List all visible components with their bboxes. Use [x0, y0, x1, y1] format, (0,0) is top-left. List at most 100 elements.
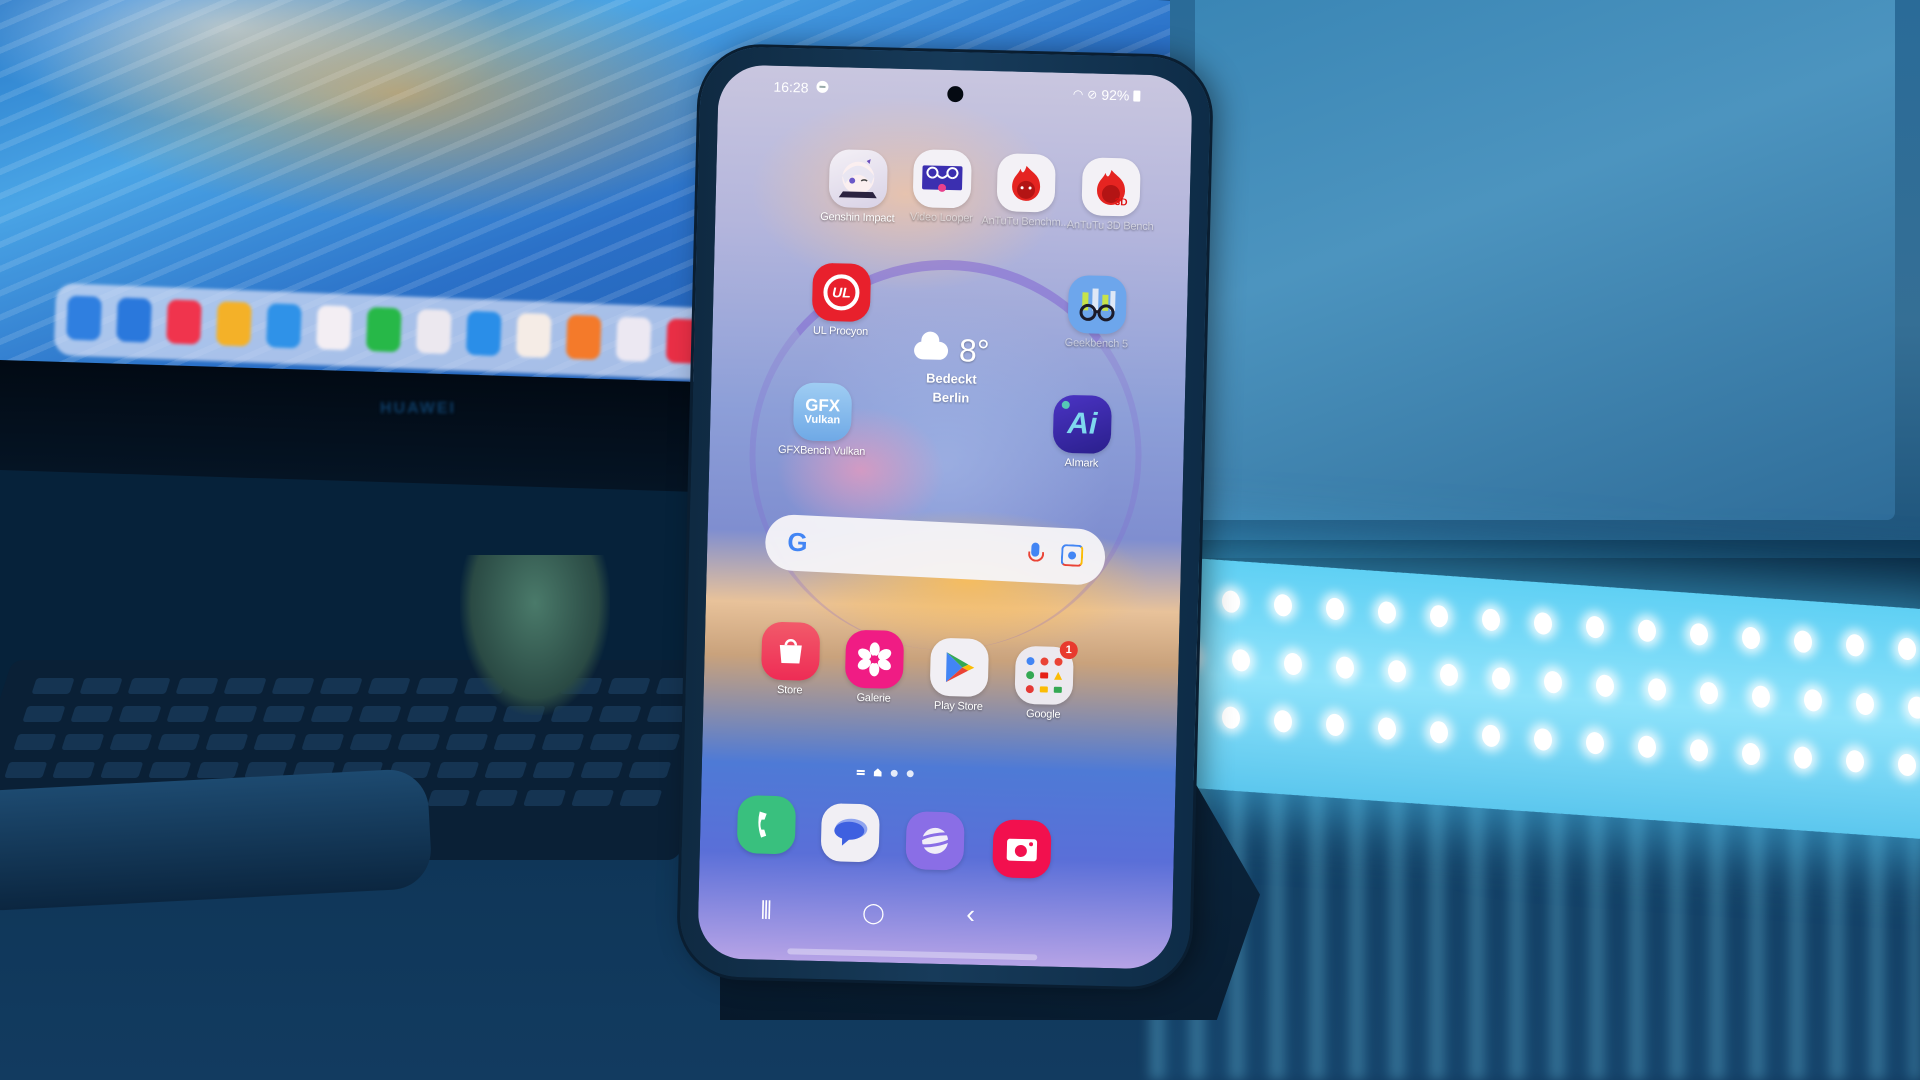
keyboard-key [397, 734, 441, 750]
gesture-handle [787, 948, 1038, 961]
keyboard-key [580, 762, 624, 778]
app-ul-procyon[interactable]: UL UL Procyon [794, 262, 888, 338]
app-antutu-3d[interactable]: 3D AnTuTu 3D Bench [1064, 157, 1158, 233]
dock-camera[interactable] [975, 819, 1068, 879]
app-video-looper[interactable]: Video Looper [895, 149, 989, 225]
app-label: UL Procyon [812, 324, 869, 339]
dock-app-messages-icon [366, 306, 402, 353]
led-dot [1222, 706, 1240, 730]
app-folder-google[interactable]: 1 Google [997, 640, 1091, 721]
keyboard-key [589, 734, 633, 750]
left-monitor-bezel [0, 360, 760, 494]
keyboard-key [100, 762, 144, 778]
keyboard-key [619, 790, 663, 806]
gallery-icon [844, 629, 905, 690]
led-dot [1908, 696, 1920, 720]
weather-condition: Bedeckt [925, 370, 977, 387]
google-lens-icon[interactable] [1060, 543, 1084, 567]
app-gfxbench-vulkan[interactable]: GFX Vulkan GFXBench Vulkan [775, 382, 869, 458]
keyboard-key [148, 762, 192, 778]
microphone-icon[interactable] [1030, 542, 1040, 557]
dock-app-music-icon [615, 316, 652, 362]
app-label: AnTuTu 3D Bench [1066, 218, 1154, 234]
smartphone: 16:28 ◠ ⊘ 92% Genshin Impact Video Loope… [678, 45, 1212, 989]
app-galaxy-store[interactable]: Store [744, 621, 838, 697]
front-camera-hole [947, 85, 964, 103]
app-label: Galerie [856, 691, 891, 705]
keyboard-key [166, 706, 210, 722]
svg-text:3D: 3D [1115, 197, 1128, 207]
dock-app-video-icon [565, 314, 602, 360]
led-dot [1742, 742, 1760, 766]
keyboard-key [427, 790, 471, 806]
keyboard-key [22, 706, 66, 722]
home-button[interactable]: ◯ [862, 900, 885, 926]
keyboard-key [367, 678, 411, 694]
led-dot [1648, 677, 1666, 702]
led-dot [1690, 738, 1708, 763]
led-dot [1440, 663, 1458, 687]
dock-app-files-icon [116, 297, 152, 343]
keyboard-key [349, 734, 393, 750]
notification-badge: 1 [1059, 640, 1079, 660]
ai-glyph: Ai [1066, 406, 1098, 441]
dock-samsung-internet[interactable] [888, 811, 981, 871]
dock-messages[interactable] [804, 803, 897, 863]
keyboard-key [157, 734, 201, 750]
navigation-bar: ||| ◯ ‹ [698, 896, 1173, 938]
led-dot [1232, 648, 1250, 672]
page-indicator-home-icon [874, 768, 882, 776]
keyboard-key [13, 734, 57, 750]
right-monitor-screen [1195, 0, 1895, 520]
back-button[interactable]: ‹ [966, 899, 975, 930]
camera-icon [992, 819, 1052, 879]
led-dot [1430, 604, 1448, 628]
dock-app-mail-icon [216, 301, 252, 347]
keyboard-key [358, 706, 402, 722]
led-dot [1804, 688, 1822, 712]
app-geekbench[interactable]: Geekbench 5 [1050, 274, 1144, 351]
aimark-icon: Ai [1052, 394, 1113, 455]
led-dot [1326, 713, 1344, 737]
page-indicator-menu-icon [856, 769, 865, 775]
video-looper-icon [912, 149, 972, 209]
recents-button[interactable]: ||| [760, 898, 770, 921]
app-genshin-impact[interactable]: Genshin Impact [811, 149, 905, 225]
led-dot [1638, 619, 1656, 643]
led-dot [1284, 652, 1302, 676]
led-dot [1378, 600, 1396, 625]
status-right-group: ◠ ⊘ 92% [1073, 86, 1141, 104]
led-dot [1846, 633, 1864, 657]
wrist-rest [0, 767, 433, 913]
led-dot [1534, 727, 1552, 752]
keyboard-key [196, 762, 240, 778]
keyboard-key [61, 734, 105, 750]
led-dot [1336, 656, 1354, 680]
led-dot [1690, 622, 1708, 647]
led-dot [1586, 615, 1604, 639]
app-label: Video Looper [909, 211, 973, 225]
geekbench-icon [1067, 274, 1127, 335]
cloud-icon [914, 340, 949, 360]
app-aimark[interactable]: Ai AImark [1035, 394, 1129, 470]
led-dot [1596, 674, 1614, 698]
app-gallery[interactable]: Galerie [827, 629, 921, 705]
phone-home-screen: 16:28 ◠ ⊘ 92% Genshin Impact Video Loope… [697, 64, 1193, 970]
page-dot [890, 769, 898, 777]
keyboard-key [223, 678, 267, 694]
keyboard-key [646, 706, 690, 722]
google-folder-icon: 1 [1014, 640, 1079, 706]
dock-app-browser-icon [266, 303, 302, 349]
app-antutu[interactable]: AnTuTu Benchm... [979, 153, 1073, 229]
app-label: Genshin Impact [820, 210, 895, 225]
dock-phone[interactable] [720, 795, 813, 855]
monitor-brand-logo: HUAWEI [380, 400, 456, 417]
keyboard-key [436, 762, 480, 778]
page-indicator[interactable] [856, 768, 914, 777]
keyboard-key [445, 734, 489, 750]
google-logo-icon: G [787, 527, 809, 559]
app-play-store[interactable]: Play Store [912, 637, 1006, 713]
keyboard-key [79, 678, 123, 694]
weather-widget[interactable]: 8° Bedeckt Berlin [881, 330, 1023, 406]
led-dot [1534, 611, 1552, 636]
